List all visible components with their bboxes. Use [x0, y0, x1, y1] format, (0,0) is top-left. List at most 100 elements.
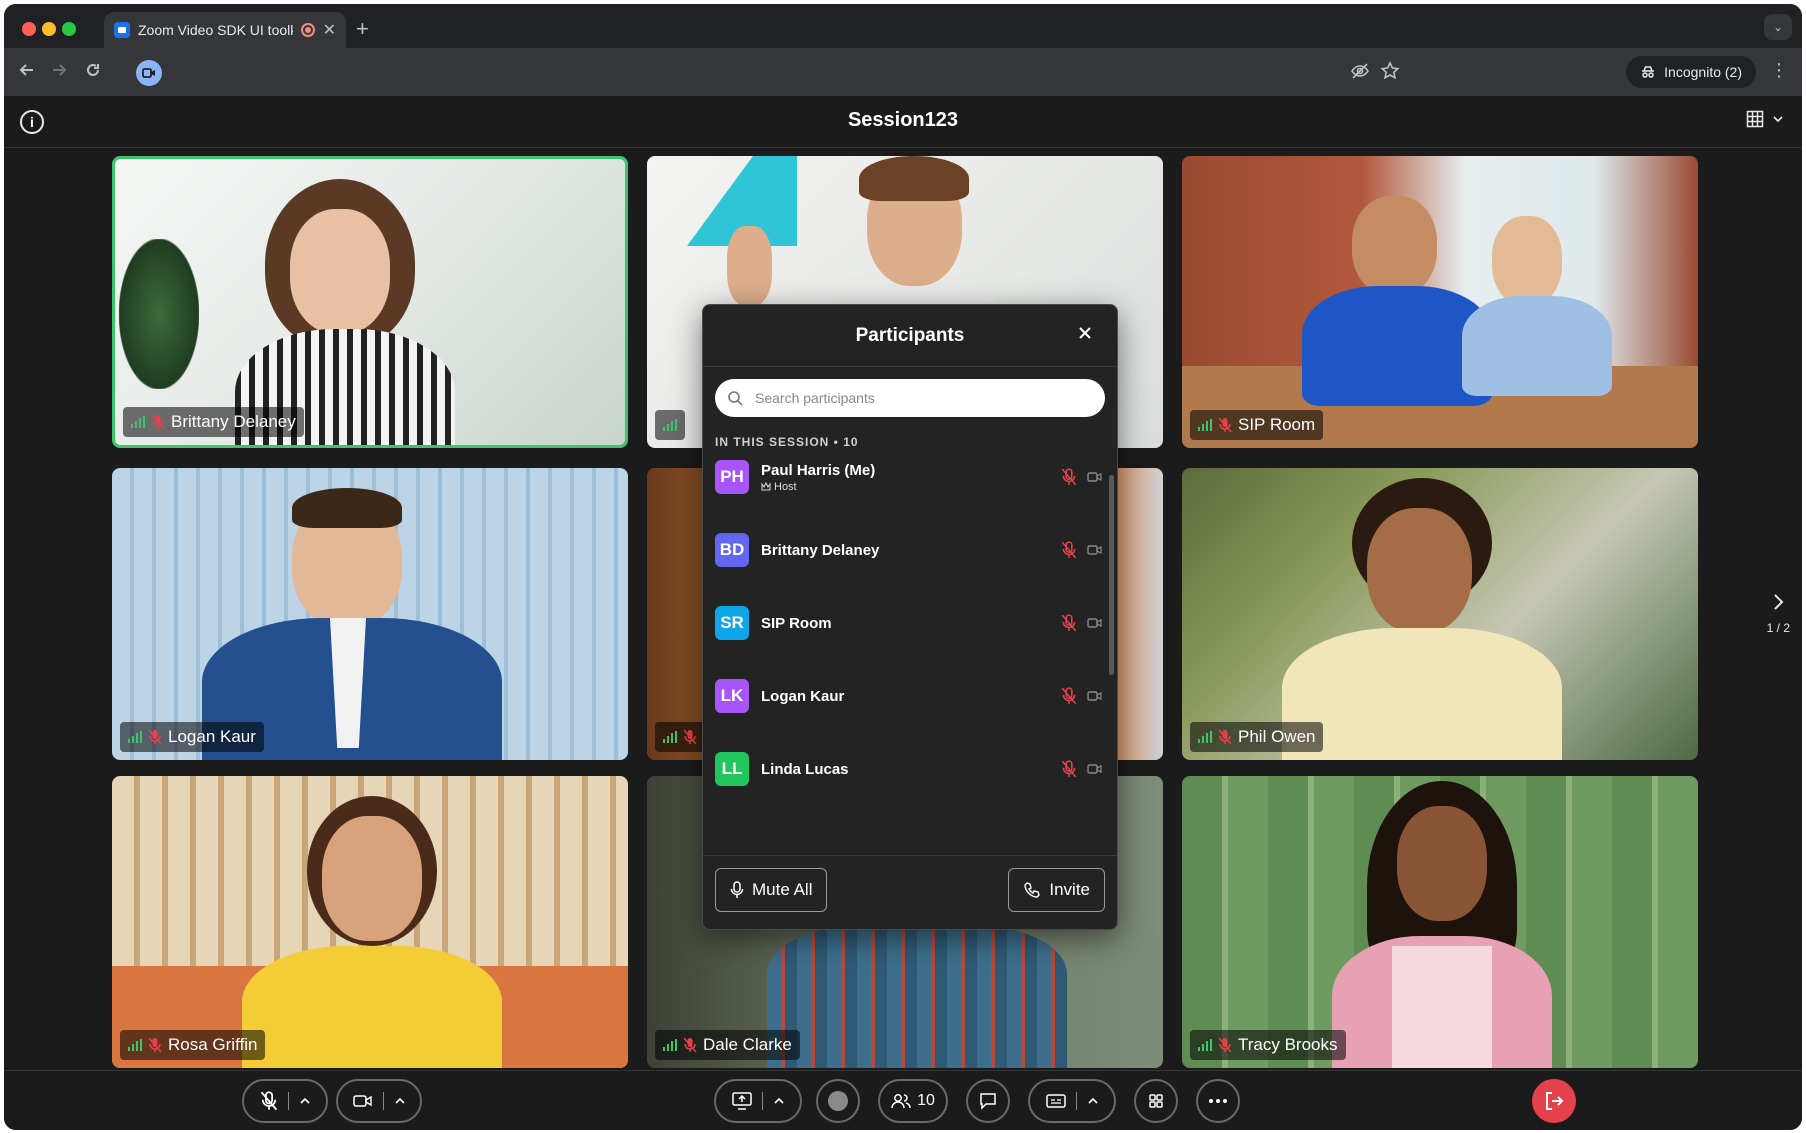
- site-info-button[interactable]: [136, 60, 162, 86]
- close-window-button[interactable]: [22, 22, 36, 36]
- chevron-up-icon[interactable]: [773, 1095, 785, 1107]
- participant-row-name: Logan Kaur: [761, 687, 845, 705]
- more-options-button[interactable]: [1196, 1079, 1240, 1123]
- mic-muted-icon[interactable]: [1061, 541, 1077, 559]
- participant-row-name: Brittany Delaney: [761, 541, 880, 559]
- share-screen-group: [714, 1079, 802, 1123]
- mic-muted-icon: [148, 1037, 162, 1053]
- video-off-icon[interactable]: [1087, 763, 1103, 775]
- reload-button[interactable]: [84, 61, 102, 85]
- participant-name-tag: SIP Room: [1190, 410, 1324, 440]
- participant-search[interactable]: [715, 379, 1105, 417]
- avatar: BD: [715, 533, 749, 567]
- tab-search-button[interactable]: ⌄: [1764, 14, 1792, 40]
- chevron-up-icon[interactable]: [299, 1095, 311, 1107]
- participant-role: Host: [774, 480, 797, 493]
- mic-muted-icon[interactable]: [1061, 468, 1077, 486]
- mic-muted-icon[interactable]: [1061, 614, 1077, 632]
- session-title: Session123: [847, 109, 959, 131]
- tab-close-icon[interactable]: ✕: [323, 20, 336, 40]
- signal-strength-icon: [663, 731, 677, 743]
- camera-icon: [142, 68, 155, 78]
- record-icon: [828, 1091, 848, 1111]
- layout-switch-button[interactable]: [1746, 110, 1784, 128]
- video-camera-icon[interactable]: [352, 1094, 373, 1108]
- video-tile[interactable]: Brittany Delaney: [112, 156, 628, 448]
- leave-session-button[interactable]: [1532, 1079, 1576, 1123]
- arrow-left-icon: [19, 64, 33, 76]
- signal-strength-icon: [128, 1039, 142, 1051]
- participant-list: PH Paul Harris (Me) Host BD Brittany Del…: [703, 453, 1117, 855]
- video-off-icon[interactable]: [1087, 617, 1103, 629]
- invite-button[interactable]: Invite: [1008, 868, 1105, 912]
- chevron-right-icon: [1774, 594, 1784, 610]
- participants-count: 10: [917, 1092, 935, 1109]
- record-button[interactable]: [816, 1079, 860, 1123]
- mute-all-button[interactable]: Mute All: [715, 868, 828, 912]
- mic-muted-icon[interactable]: [1061, 687, 1077, 705]
- captions-icon[interactable]: [1045, 1093, 1066, 1109]
- video-off-icon[interactable]: [1087, 544, 1103, 556]
- incognito-indicator[interactable]: Incognito (2): [1626, 56, 1756, 88]
- next-page-button[interactable]: [1767, 592, 1790, 615]
- search-input[interactable]: [755, 390, 1093, 406]
- participant-name: Phil Owen: [1238, 727, 1316, 746]
- chat-icon: [980, 1093, 996, 1110]
- signal-strength-icon: [1198, 731, 1212, 743]
- video-off-icon[interactable]: [1087, 690, 1103, 702]
- maximize-window-button[interactable]: [62, 22, 76, 36]
- minimize-window-button[interactable]: [42, 22, 56, 36]
- participant-row-name: SIP Room: [761, 614, 832, 632]
- participant-row-name: Paul Harris (Me): [761, 461, 876, 479]
- share-screen-icon[interactable]: [731, 1092, 752, 1110]
- mute-all-label: Mute All: [752, 880, 813, 899]
- video-tile[interactable]: Logan Kaur: [112, 468, 628, 760]
- audio-control-group: [242, 1079, 328, 1123]
- browser-tab[interactable]: Zoom Video SDK UI toolki ✕: [104, 12, 346, 48]
- participant-row[interactable]: BD Brittany Delaney: [715, 530, 1103, 570]
- video-tile[interactable]: Rosa Griffin: [112, 776, 628, 1068]
- browser-menu-icon[interactable]: ⋮: [1770, 60, 1788, 81]
- forward-button[interactable]: [50, 61, 68, 85]
- participants-button[interactable]: 10: [878, 1079, 948, 1123]
- new-tab-button[interactable]: +: [356, 16, 369, 42]
- video-control-group: [336, 1079, 422, 1123]
- mic-muted-icon: [151, 414, 165, 430]
- incognito-label: Incognito (2): [1664, 64, 1742, 80]
- participant-name: Rosa Griffin: [168, 1035, 258, 1054]
- avatar: LL: [715, 752, 749, 786]
- session-header: i Session123: [4, 96, 1802, 148]
- chevron-up-icon[interactable]: [1087, 1095, 1099, 1107]
- mic-muted-icon: [683, 729, 697, 745]
- participant-row[interactable]: SR SIP Room: [715, 603, 1103, 643]
- chat-button[interactable]: [966, 1079, 1010, 1123]
- participant-row-name: Linda Lucas: [761, 760, 849, 778]
- participant-list-scrollbar[interactable]: [1109, 475, 1114, 675]
- signal-strength-icon: [128, 731, 142, 743]
- mic-muted-icon[interactable]: [260, 1091, 278, 1111]
- participants-panel-footer: Mute All Invite: [703, 855, 1117, 929]
- participant-name-tag: [655, 722, 705, 752]
- video-tile[interactable]: SIP Room: [1182, 156, 1698, 448]
- video-tile[interactable]: Tracy Brooks: [1182, 776, 1698, 1068]
- chevron-up-icon[interactable]: [394, 1095, 406, 1107]
- bookmark-star-icon[interactable]: [1380, 61, 1400, 86]
- session-count-label: IN THIS SESSION • 10: [715, 435, 859, 449]
- mic-muted-icon[interactable]: [1061, 760, 1077, 778]
- participant-name: Brittany Delaney: [171, 412, 296, 431]
- participant-row[interactable]: LK Logan Kaur: [715, 676, 1103, 716]
- video-off-icon[interactable]: [1087, 471, 1103, 483]
- participant-row[interactable]: PH Paul Harris (Me) Host: [715, 457, 1103, 497]
- crown-icon: [761, 482, 771, 491]
- apps-button[interactable]: [1134, 1079, 1178, 1123]
- close-panel-button[interactable]: [1077, 325, 1093, 346]
- participant-name-tag: Dale Clarke: [655, 1030, 800, 1060]
- eye-off-icon[interactable]: [1350, 61, 1370, 86]
- video-tile[interactable]: Phil Owen: [1182, 468, 1698, 760]
- participant-name-tag: Logan Kaur: [120, 722, 264, 752]
- participant-row[interactable]: LL Linda Lucas: [715, 749, 1103, 789]
- back-button[interactable]: [18, 61, 36, 85]
- participant-name-tag: Rosa Griffin: [120, 1030, 266, 1060]
- zoom-favicon-icon: [114, 22, 130, 38]
- participants-icon: [891, 1094, 911, 1109]
